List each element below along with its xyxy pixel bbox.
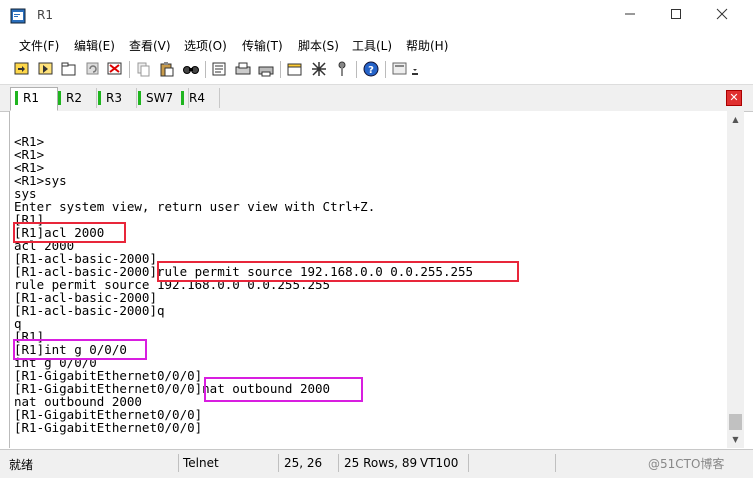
maximize-button[interactable] [653,0,699,32]
tab-label: R2 [66,91,82,105]
menu-tools[interactable]: 工具(L) [352,37,392,54]
terminal-line: <R1> [14,134,45,149]
status-divider [468,454,469,472]
quick-connect-icon[interactable] [37,60,55,78]
highlight-int-command [13,339,147,360]
tab-status-indicator [15,91,18,105]
menu-help[interactable]: 帮助(H) [406,37,448,54]
menu-bar: 文件(F) 编辑(E) 查看(V) 选项(O) 传输(T) 脚本(S) 工具(L… [0,33,753,55]
connect-tab-icon[interactable] [60,60,78,78]
status-bar: 就绪 Telnet 25, 26 25 Rows, 89 VT100 @51CT… [0,449,753,478]
svg-text:?: ? [368,65,374,76]
status-ready: 就绪 [9,458,34,472]
close-tab-button[interactable]: ✕ [726,90,742,106]
menu-script[interactable]: 脚本(S) [298,37,339,54]
sftp-icon[interactable] [333,60,351,78]
terminal-line: Enter system view, return user view with… [14,199,376,214]
menu-transfer[interactable]: 传输(T) [242,37,283,54]
status-divider [338,454,339,472]
menu-options[interactable]: 选项(O) [184,37,227,54]
menu-view[interactable]: 查看(V) [129,37,171,54]
tab-status-indicator [181,91,184,105]
tab-r4[interactable]: R4 [177,88,220,108]
keymap-icon[interactable] [310,60,328,78]
tab-status-indicator [138,91,141,105]
terminal-output[interactable]: <R1> <R1> <R1> <R1>sys sys Enter system view,… [9,111,728,448]
status-divider [555,454,556,472]
paste-icon[interactable] [158,60,176,78]
toolbar-separator [280,61,281,78]
terminal-line: [R1-GigabitEthernet0/0/0] [14,420,203,435]
minimize-icon [625,13,635,15]
highlight-acl-command [13,222,126,243]
menu-file[interactable]: 文件(F) [19,37,59,54]
status-divider [178,454,179,472]
scroll-down-arrow-icon[interactable]: ▼ [727,431,744,448]
toolbar-separator [385,61,386,78]
status-cursor-position: 25, 26 [284,456,323,470]
terminal-line: q [14,316,22,331]
close-button[interactable] [699,0,745,32]
tab-label: R3 [106,91,122,105]
status-divider [278,454,279,472]
disconnect-icon[interactable] [106,60,124,78]
tab-label: R4 [189,91,205,105]
toolbar-overflow-icon[interactable] [411,60,420,78]
connect-icon[interactable] [13,60,31,78]
toolbar-separator [205,61,206,78]
terminal-line: <R1> [14,147,45,162]
terminal-line: <R1>sys [14,173,67,188]
tab-r3[interactable]: R3 [94,88,137,108]
highlight-nat-command [204,377,363,402]
tab-status-indicator [58,91,61,105]
maximize-icon [671,9,681,19]
tab-label: R1 [23,91,39,105]
session-manager-icon[interactable] [391,60,409,78]
scroll-up-arrow-icon[interactable]: ▲ [727,111,744,128]
print-icon[interactable] [234,60,252,78]
terminal-line: [R1-acl-basic-2000]q [14,303,165,318]
highlight-rule-command [157,261,519,282]
tab-r1[interactable]: R1 [10,87,58,111]
copy-icon[interactable] [135,60,153,78]
toolbar: ? [0,58,753,82]
status-protocol: Telnet [183,456,219,470]
session-tab-bar: R1 R2 R3 SW7 R4 [0,84,753,112]
print-setup-icon[interactable] [211,60,229,78]
watermark-text: @51CTO博客 [648,457,725,471]
terminal-window: R1 文件(F) 编辑(E) 查看(V) 选项(O) 传输(T) 脚本(S) 工… [0,0,753,478]
minimize-button[interactable] [607,0,653,32]
status-rows: 25 Rows, 89 [344,456,417,470]
toolbar-separator [129,61,130,78]
properties-icon[interactable] [257,60,275,78]
app-icon [10,8,26,24]
menu-edit[interactable]: 编辑(E) [74,37,115,54]
status-emulation: VT100 [420,456,459,470]
vertical-scrollbar[interactable]: ▲ ▼ [727,111,744,448]
reconnect-icon[interactable] [84,60,102,78]
tab-label: SW7 [146,91,174,105]
settings-icon[interactable] [286,60,304,78]
find-icon[interactable] [182,60,200,78]
help-icon[interactable]: ? [362,60,380,78]
tab-r2[interactable]: R2 [54,88,97,108]
scrollbar-thumb[interactable] [729,414,742,430]
toolbar-separator [356,61,357,78]
terminal-line: <R1> [14,160,45,175]
close-icon [716,8,728,20]
tab-status-indicator [98,91,101,105]
title-bar: R1 [0,0,753,32]
window-title: R1 [37,8,53,22]
